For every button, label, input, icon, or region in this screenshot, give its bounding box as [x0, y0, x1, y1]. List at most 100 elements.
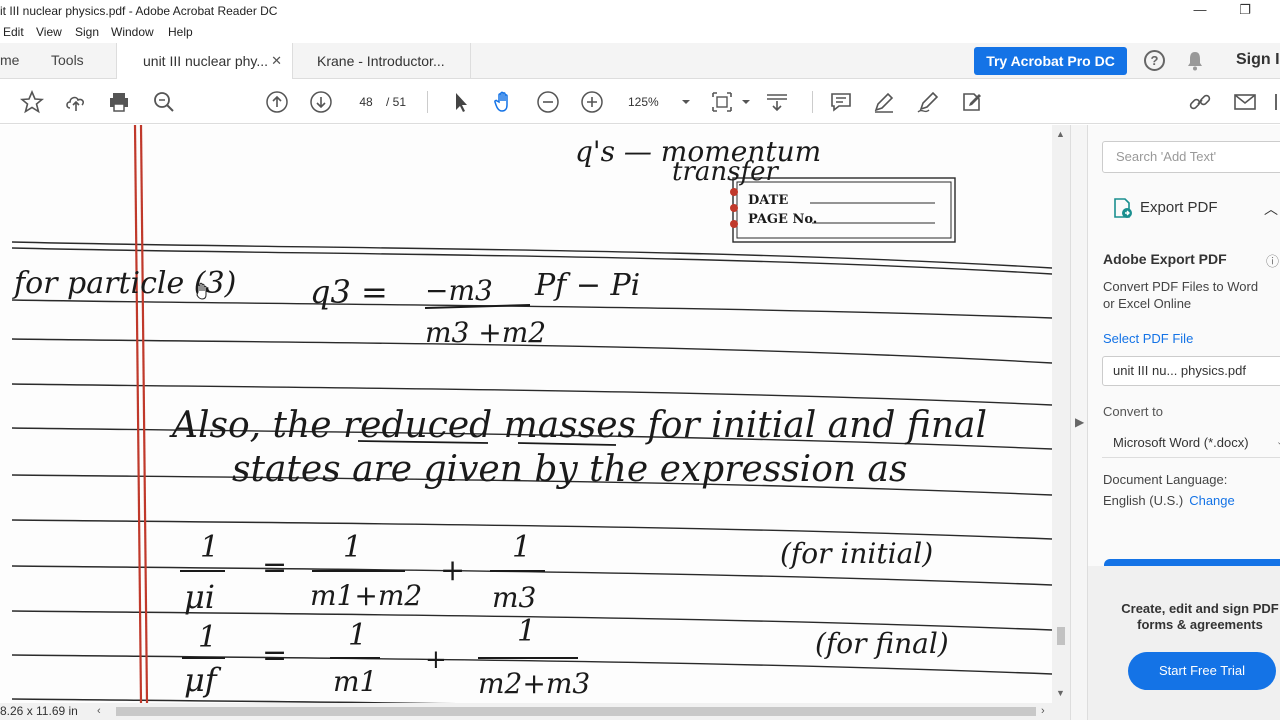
date-label: DATE	[748, 193, 788, 208]
note-transfer: transfer	[672, 157, 779, 187]
page-no-label: PAGE No.	[748, 212, 817, 227]
handwritten-notes: DATE PAGE No. q's — momentum transfer fo…	[11, 125, 1052, 703]
page-size-label: 8.26 x 11.69 in	[0, 704, 78, 718]
comment-icon[interactable]	[829, 90, 853, 114]
tab-bar: me Tools unit III nuclear phy... ✕ Krane…	[0, 43, 1280, 79]
tab-document-label: unit III nuclear phy...	[143, 53, 269, 69]
menu-bar: Edit View Sign Window Help	[0, 22, 1280, 43]
upload-cloud-icon[interactable]	[64, 90, 88, 114]
selected-file-name: unit III nu... physics.pdf	[1113, 363, 1246, 378]
adobe-export-title: Adobe Export PDF	[1103, 251, 1227, 267]
change-language-link[interactable]: Change	[1189, 493, 1235, 508]
menu-view[interactable]: View	[36, 22, 62, 43]
minimize-button[interactable]: —	[1177, 0, 1223, 22]
chevron-up-icon[interactable]: ︿	[1264, 199, 1278, 219]
search-tools-input[interactable]: Search 'Add Text'	[1102, 141, 1280, 173]
pane-divider[interactable]: ▶	[1070, 125, 1088, 720]
equals-2: =	[262, 638, 287, 673]
horizontal-scroll-thumb[interactable]	[116, 707, 1036, 716]
close-icon[interactable]: ✕	[271, 43, 282, 79]
vertical-scrollbar[interactable]: ▲ ▼	[1052, 125, 1070, 703]
previous-page-icon[interactable]	[265, 90, 289, 114]
scroll-mode-icon[interactable]	[765, 90, 789, 114]
line-reduced-masses: Also, the reduced masses for initial and…	[169, 405, 987, 446]
tab-home[interactable]: me	[0, 52, 19, 68]
page-fit-dropdown-chevron-icon[interactable]	[734, 90, 750, 114]
mu-i-numerator: 1	[200, 530, 219, 565]
convert-description: Convert PDF Files to Word or Excel Onlin…	[1103, 279, 1259, 311]
print-icon[interactable]	[107, 90, 131, 114]
more-tools-icon[interactable]	[1272, 90, 1280, 114]
export-pdf-tool[interactable]: Export PDF	[1112, 197, 1218, 219]
convert-format-select[interactable]: Microsoft Word (*.docx) ⌵	[1102, 428, 1280, 458]
scroll-left-icon[interactable]: ‹	[97, 703, 101, 720]
convert-to-label: Convert to	[1103, 404, 1163, 419]
help-icon[interactable]: ?	[1144, 50, 1165, 71]
menu-help[interactable]: Help	[168, 22, 193, 43]
menu-window[interactable]: Window	[111, 22, 154, 43]
sign-pen-icon[interactable]	[916, 90, 940, 114]
zoom-level-select[interactable]: 125%	[628, 91, 659, 113]
email-icon[interactable]	[1233, 90, 1257, 114]
hand-tool-icon[interactable]	[492, 90, 516, 114]
document-language-label: Document Language:	[1103, 472, 1228, 487]
document-viewer[interactable]: DATE PAGE No. q's — momentum transfer fo…	[0, 125, 1070, 703]
bookmark-star-icon[interactable]	[19, 89, 45, 114]
menu-edit[interactable]: Edit	[3, 22, 24, 43]
export-pdf-icon	[1114, 198, 1132, 218]
pdf-page: DATE PAGE No. q's — momentum transfer fo…	[0, 125, 1052, 703]
tab-document-label: Krane - Introductor...	[317, 53, 445, 69]
tab-document-unit3[interactable]: unit III nuclear phy... ✕	[116, 43, 293, 79]
mu-i: μi	[184, 578, 215, 616]
tab-tools[interactable]: Tools	[51, 52, 84, 68]
q3-label: q3 =	[310, 273, 388, 311]
share-link-icon[interactable]	[1188, 90, 1212, 114]
window-title: it III nuclear physics.pdf - Adobe Acrob…	[0, 4, 278, 18]
try-acrobat-pro-button[interactable]: Try Acrobat Pro DC	[974, 47, 1127, 75]
highlight-pen-icon[interactable]	[872, 90, 896, 114]
scroll-right-icon[interactable]: ›	[1041, 703, 1045, 720]
equals-1: =	[262, 550, 287, 585]
m3-denominator: m3	[492, 581, 536, 614]
selected-file-field[interactable]: unit III nu... physics.pdf ✕	[1102, 356, 1280, 386]
zoom-in-icon[interactable]	[580, 90, 604, 114]
m2-plus-m3: m2+m3	[478, 667, 590, 700]
m1-plus-m2: m1+m2	[310, 579, 422, 612]
tools-pane: Search 'Add Text' Export PDF ︿ Adobe Exp…	[1088, 125, 1280, 720]
zoom-dropdown-chevron-icon[interactable]	[674, 90, 690, 114]
scroll-down-icon[interactable]: ▼	[1056, 688, 1065, 698]
for-final-note: (for final)	[815, 627, 949, 660]
line-states-expression: states are given by the expression as	[232, 449, 907, 490]
frac2-numerator: 1	[512, 530, 531, 565]
plus-sign-2: +	[425, 645, 447, 675]
title-bar: it III nuclear physics.pdf - Adobe Acrob…	[0, 0, 1280, 22]
scroll-up-icon[interactable]: ▲	[1056, 129, 1065, 139]
select-cursor-icon[interactable]	[449, 90, 473, 114]
next-page-icon[interactable]	[309, 90, 333, 114]
zoom-search-icon[interactable]	[152, 90, 176, 114]
collapse-pane-icon[interactable]: ▶	[1075, 415, 1084, 429]
export-pdf-label: Export PDF	[1140, 198, 1218, 216]
vertical-scroll-thumb[interactable]	[1057, 627, 1065, 645]
select-pdf-file-link[interactable]: Select PDF File	[1103, 331, 1193, 346]
promo-text: Create, edit and sign PDF forms & agreem…	[1121, 601, 1279, 632]
horizontal-scrollbar[interactable]: 8.26 x 11.69 in ‹ ›	[0, 703, 1070, 720]
menu-sign[interactable]: Sign	[75, 22, 99, 43]
edit-pdf-icon[interactable]	[960, 90, 984, 114]
notification-bell-icon[interactable]	[1186, 51, 1204, 71]
mu-f-numerator: 1	[198, 620, 217, 655]
frac4-numerator: 1	[517, 614, 536, 649]
tab-document-krane[interactable]: Krane - Introductor...	[293, 43, 471, 79]
denominator-m3-m2: m3 +m2	[425, 316, 546, 349]
zoom-out-icon[interactable]	[536, 90, 560, 114]
page-number-input[interactable]: 48	[350, 91, 382, 113]
info-icon[interactable]: ⓘ	[1266, 251, 1279, 270]
date-page-box	[730, 177, 956, 243]
maximize-button[interactable]: ❐	[1222, 0, 1268, 22]
start-free-trial-button[interactable]: Start Free Trial	[1128, 652, 1276, 690]
margin-lines	[133, 125, 149, 703]
page-fit-icon[interactable]	[710, 90, 734, 114]
page-total: / 51	[386, 95, 407, 109]
frac1-numerator: 1	[343, 530, 362, 565]
sign-in-link[interactable]: Sign I	[1236, 51, 1280, 69]
